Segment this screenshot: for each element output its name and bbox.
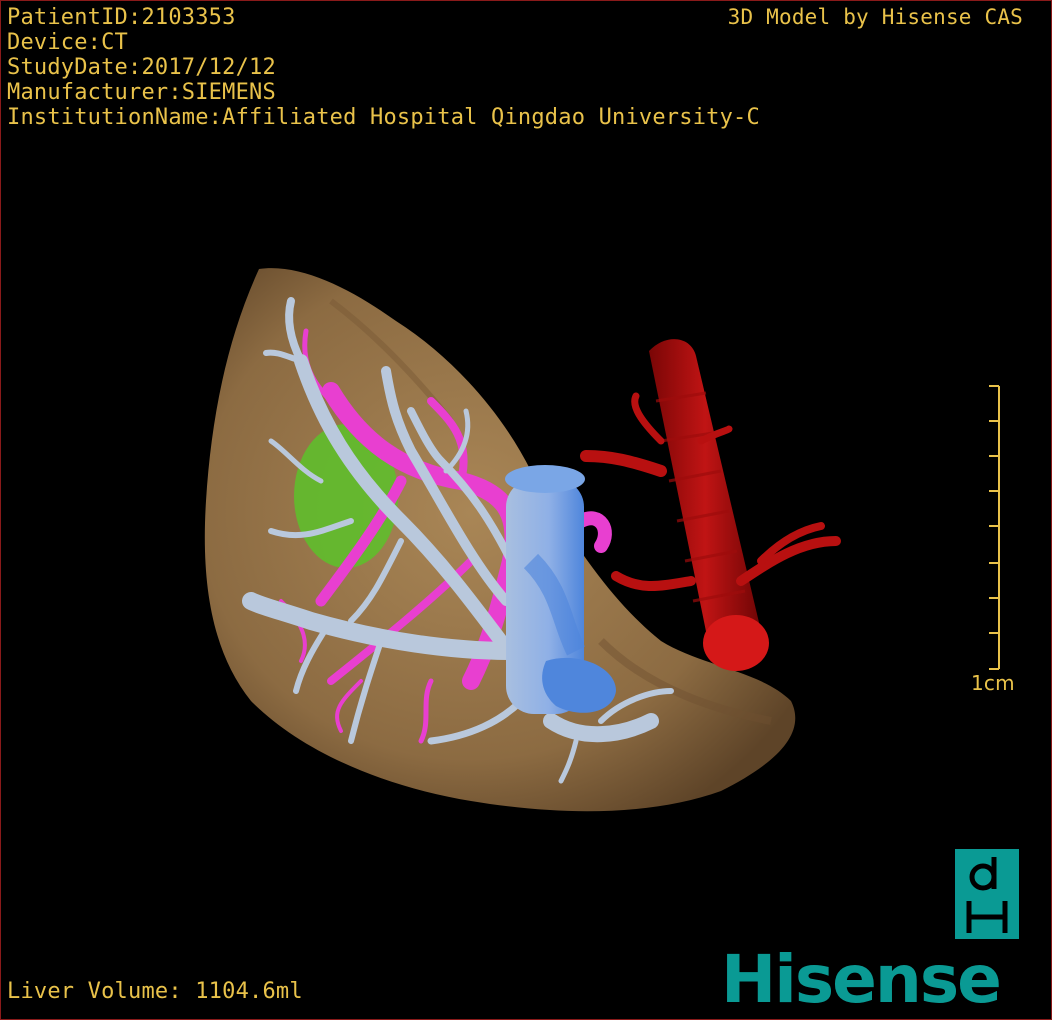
- patient-info-block: PatientID:2103353 Device:CT StudyDate:20…: [7, 5, 760, 130]
- hisense-wordmark: Hisense: [721, 941, 1002, 1018]
- scale-bar-label: 1cm: [971, 671, 1015, 695]
- dh-logo: [955, 849, 1019, 939]
- model-credit: 3D Model by Hisense CAS: [727, 5, 1023, 29]
- scale-bar: [989, 385, 1000, 670]
- manufacturer: Manufacturer:SIEMENS: [7, 80, 276, 105]
- liver-volume: Liver Volume: 1104.6ml: [7, 979, 303, 1004]
- patient-id: PatientID:2103353: [7, 5, 236, 30]
- liver-3d-model[interactable]: [1, 1, 1051, 1019]
- institution-name: InstitutionName:Affiliated Hospital Qing…: [7, 105, 760, 130]
- study-date: StudyDate:2017/12/12: [7, 55, 276, 80]
- device: Device:CT: [7, 30, 129, 55]
- 3d-viewport[interactable]: PatientID:2103353 Device:CT StudyDate:20…: [0, 0, 1052, 1020]
